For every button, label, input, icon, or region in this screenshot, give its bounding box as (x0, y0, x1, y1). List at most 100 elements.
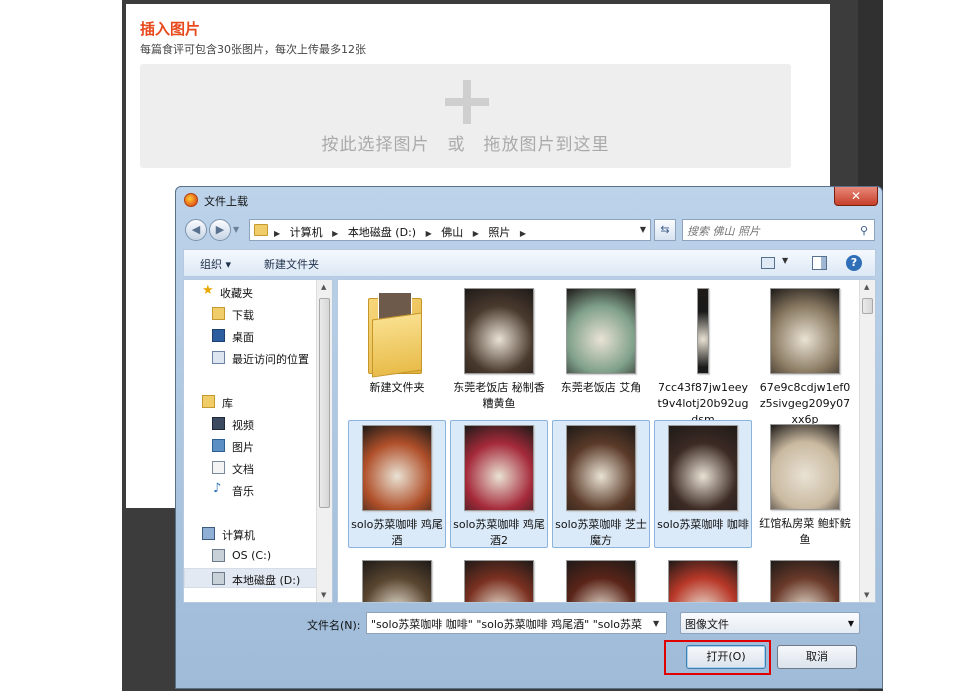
file-name: solo苏菜咖啡 鸡尾酒2 (453, 518, 545, 547)
nav-label: 最近访问的位置 (232, 353, 309, 366)
scroll-down-icon[interactable]: ▼ (864, 591, 869, 599)
organize-menu[interactable]: 组织 ▾ (200, 256, 231, 272)
nav-favorites[interactable]: ★ 收藏夹 (184, 282, 318, 302)
nav-label: 库 (222, 397, 233, 410)
image-file-item[interactable]: solo苏菜咖啡 咖啡 (654, 420, 752, 548)
cancel-button[interactable]: 取消 (777, 645, 857, 669)
nav-label: 图片 (232, 441, 254, 454)
scroll-up-icon[interactable]: ▲ (321, 283, 326, 291)
nav-libraries[interactable]: 库 (184, 392, 318, 412)
chevron-right-icon[interactable]: ▶ (332, 229, 338, 238)
breadcrumb-drive-d[interactable]: 本地磁盘 (D:) (348, 226, 416, 239)
nav-label: 文档 (232, 463, 254, 476)
file-name: 红馆私房菜 鲍虾鲩鱼 (759, 517, 851, 546)
image-file-item[interactable] (348, 556, 446, 602)
image-thumbnail (566, 288, 636, 374)
forward-button[interactable]: ▶ (209, 219, 231, 241)
folder-item[interactable]: 新建文件夹 (348, 284, 446, 412)
image-file-item[interactable]: 67e9c8cdjw1ef0z5sivgeg209y07xx6p (756, 284, 854, 426)
file-name: solo苏菜咖啡 芝士魔方 (555, 518, 647, 547)
nav-desktop[interactable]: 桌面 (184, 326, 318, 346)
nav-documents[interactable]: 文档 (184, 458, 318, 478)
nav-downloads[interactable]: 下载 (184, 304, 318, 324)
chevron-right-icon[interactable]: ▶ (520, 229, 526, 238)
help-icon[interactable]: ? (846, 255, 862, 271)
search-icon[interactable]: ⚲ (860, 224, 868, 237)
image-thumbnail (566, 560, 636, 602)
image-file-item[interactable] (450, 556, 548, 602)
nav-pictures[interactable]: 图片 (184, 436, 318, 456)
chevron-right-icon[interactable]: ▶ (274, 229, 280, 238)
refresh-button[interactable]: ⇆ (654, 219, 676, 241)
file-name: solo苏菜咖啡 咖啡 (657, 518, 749, 531)
desktop-icon (212, 329, 225, 342)
documents-icon (212, 461, 225, 474)
computer-icon (202, 527, 215, 540)
filename-label: 文件名(N): (307, 619, 361, 632)
nav-scrollbar[interactable]: ▲ ▼ (316, 280, 332, 602)
image-thumbnail (697, 288, 709, 374)
image-thumbnail (566, 425, 636, 511)
dialog-titlebar[interactable]: 文件上载 ✕ (176, 187, 882, 213)
search-input[interactable] (687, 222, 847, 241)
scroll-down-icon[interactable]: ▼ (321, 591, 326, 599)
file-type-select[interactable]: 图像文件 ▼ (680, 612, 860, 634)
image-file-item[interactable]: solo苏菜咖啡 芝士魔方 (552, 420, 650, 548)
image-file-item[interactable]: solo苏菜咖啡 鸡尾酒2 (450, 420, 548, 548)
nav-local-d[interactable]: 本地磁盘 (D:) (184, 568, 318, 588)
close-button[interactable]: ✕ (834, 187, 878, 206)
image-file-item[interactable] (552, 556, 650, 602)
preview-pane-icon[interactable] (812, 256, 827, 270)
library-icon (202, 395, 215, 408)
nav-videos[interactable]: 视频 (184, 414, 318, 434)
breadcrumb-foshan[interactable]: 佛山 (441, 226, 463, 239)
recent-pages-dropdown[interactable]: ▼ (233, 225, 239, 234)
back-button[interactable]: ◀ (185, 219, 207, 241)
image-thumbnail (362, 425, 432, 511)
drive-icon (212, 549, 225, 562)
scroll-up-icon[interactable]: ▲ (864, 283, 869, 291)
nav-label: 下载 (232, 309, 254, 322)
image-file-item[interactable] (756, 556, 854, 602)
address-bar[interactable]: ▶ 计算机 ▶ 本地磁盘 (D:) ▶ 佛山 ▶ 照片 ▶ ▼ (249, 219, 651, 241)
chevron-right-icon[interactable]: ▶ (473, 229, 479, 238)
pictures-icon (212, 439, 225, 452)
filename-input[interactable]: "solo苏菜咖啡 咖啡" "solo苏菜咖啡 鸡尾酒" "solo苏菜 (366, 612, 667, 634)
files-scroll-thumb[interactable] (862, 298, 873, 314)
nav-computer[interactable]: 计算机 (184, 524, 318, 544)
image-thumbnail (770, 424, 840, 510)
drive-icon (212, 572, 225, 585)
nav-os-c[interactable]: OS (C:) (184, 546, 318, 566)
files-scrollbar[interactable]: ▲ ▼ (859, 280, 875, 602)
nav-music[interactable]: ♪ 音乐 (184, 480, 318, 500)
dialog-title: 文件上载 (204, 195, 248, 208)
nav-scroll-thumb[interactable] (319, 298, 330, 508)
address-dropdown[interactable]: ▼ (640, 225, 646, 234)
image-file-item[interactable]: 7cc43f87jw1eeyt9v4lotj20b92ugdsm (654, 284, 752, 426)
chevron-down-icon: ▼ (847, 619, 854, 628)
image-file-item[interactable]: 红馆私房菜 鲍虾鲩鱼 (756, 420, 854, 548)
file-name: 东莞老饭店 秘制香糟黄鱼 (453, 381, 545, 410)
filename-history-dropdown[interactable]: ▼ (653, 619, 659, 628)
file-name: 新建文件夹 (369, 381, 425, 394)
view-dropdown[interactable]: ▼ (782, 256, 788, 265)
search-box[interactable]: ⚲ (682, 219, 875, 241)
filename-row: 文件名(N): "solo苏菜咖啡 咖啡" "solo苏菜咖啡 鸡尾酒" "so… (183, 611, 876, 639)
address-row: ◀ ▶ ▼ ▶ 计算机 ▶ 本地磁盘 (D:) ▶ 佛山 ▶ 照片 ▶ ▼ ⇆ … (183, 217, 876, 243)
image-file-item[interactable]: 东莞老饭店 艾角 (552, 284, 650, 412)
breadcrumb-photos[interactable]: 照片 (488, 226, 510, 239)
dialog-toolbar: 组织 ▾ 新建文件夹 ▼ ? (183, 249, 876, 277)
image-drop-zone[interactable]: 按此选择图片或拖放图片到这里 (140, 64, 791, 168)
file-name: solo苏菜咖啡 鸡尾酒 (351, 518, 443, 547)
file-type-value: 图像文件 (685, 618, 729, 631)
image-file-item[interactable]: 东莞老饭店 秘制香糟黄鱼 (450, 284, 548, 412)
drop-hint-or: 或 (447, 135, 466, 155)
nav-recent[interactable]: 最近访问的位置 (184, 348, 318, 368)
chevron-right-icon[interactable]: ▶ (426, 229, 432, 238)
image-file-item[interactable] (654, 556, 752, 602)
new-folder-button[interactable]: 新建文件夹 (264, 256, 319, 272)
breadcrumb-computer[interactable]: 计算机 (290, 226, 323, 239)
plus-icon-bar (445, 98, 489, 106)
view-icon[interactable] (761, 257, 775, 269)
image-file-item[interactable]: solo苏菜咖啡 鸡尾酒 (348, 420, 446, 548)
